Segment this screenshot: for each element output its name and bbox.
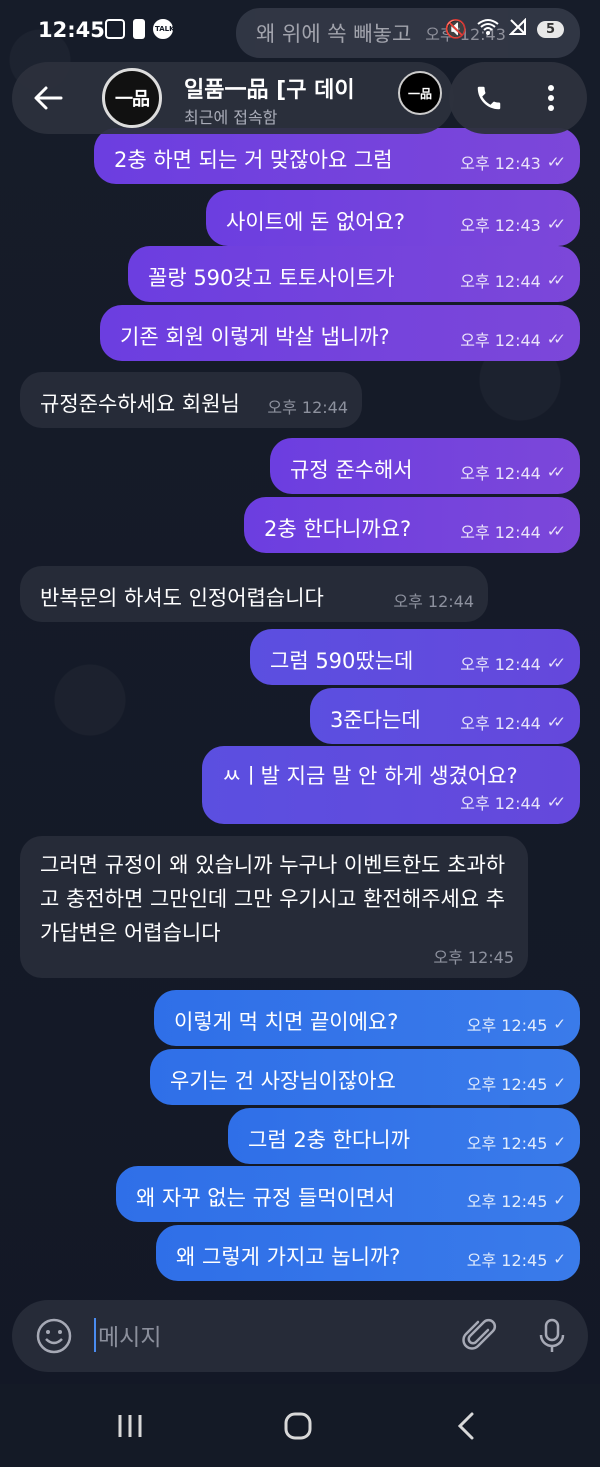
message-bubble[interactable]: 그러면 규정이 왜 있습니까 누구나 이벤트한도 초과하고 충전하면 그만인데 … [20,836,528,978]
mute-icon: 🔇 [444,19,467,40]
message-meta: 오후 12:43 ✓✓ [460,153,566,173]
message-meta: 오후 12:44 ✓✓ [460,793,566,813]
home-icon [284,1412,312,1440]
phone-icon [477,86,501,110]
double-check-icon: ✓✓ [546,271,566,289]
status-notification-icons: TALK [105,19,175,39]
message-bubble[interactable]: 왜 그렇게 가지고 놉니까? 오후 12:45 ✓ [156,1225,580,1281]
talk-icon: TALK [153,19,175,39]
message-bubble[interactable]: 이렇게 먹 치면 끝이에요? 오후 12:45 ✓ [154,990,580,1046]
message-bubble[interactable]: 사이트에 돈 없어요? 오후 12:43 ✓✓ [206,190,580,246]
arrow-left-icon [34,86,63,110]
message-bubble[interactable]: 규정 준수해서 오후 12:44 ✓✓ [270,438,580,494]
message-meta: 오후 12:44 ✓✓ [460,463,566,483]
back-nav-button[interactable] [446,1406,486,1446]
message-composer: 메시지 [12,1300,588,1372]
message-bubble[interactable]: 왜 자꾸 없는 규정 들먹이면서 오후 12:45 ✓ [116,1166,580,1222]
message-bubble[interactable]: 그럼 2충 한다니까 오후 12:45 ✓ [228,1108,580,1164]
header-actions [449,62,587,134]
screenshot-icon [105,19,125,39]
home-button[interactable] [278,1406,318,1446]
message-meta: 오후 12:45 ✓ [466,1015,566,1035]
voice-message-button[interactable] [532,1316,572,1356]
message-input[interactable]: 메시지 [98,1318,161,1352]
alert-icon [133,19,145,39]
recents-icon [118,1415,142,1437]
double-check-icon: ✓✓ [546,793,566,811]
back-button[interactable] [26,76,70,120]
double-check-icon: ✓✓ [546,463,566,481]
more-options-button[interactable] [529,76,573,120]
double-check-icon: ✓✓ [546,713,566,731]
system-navigation-bar [0,1384,600,1467]
text-caret [94,1318,96,1352]
message-meta: 오후 12:45 [433,948,514,967]
message-bubble[interactable]: 규정준수하세요 회원님 오후 12:44 [20,372,362,428]
double-check-icon: ✓✓ [546,654,566,672]
check-icon: ✓ [553,1015,566,1033]
message-bubble[interactable]: 2충 한다니까요? 오후 12:44 ✓✓ [244,497,580,553]
message-meta: 오후 12:44 ✓✓ [460,271,566,291]
no-signal-icon [508,17,527,41]
chat-status: 최근에 접속함 [184,108,278,127]
double-check-icon: ✓✓ [546,522,566,540]
message-bubble[interactable]: 기존 회원 이렇게 박살 냅니까? 오후 12:44 ✓✓ [100,305,580,361]
message-meta: 오후 12:44 ✓✓ [460,713,566,733]
message-meta: 오후 12:44 ✓✓ [460,522,566,542]
check-icon: ✓ [553,1250,566,1268]
recent-apps-button[interactable] [110,1406,150,1446]
avatar[interactable]: 一品 [102,68,162,128]
microphone-icon [539,1318,565,1352]
title-emoji-avatar: 一品 [398,71,442,115]
check-icon: ✓ [553,1074,566,1092]
message-meta: 오후 12:45 ✓ [466,1133,566,1153]
chat-title[interactable]: 일품一品 [구 데이 [184,72,398,104]
message-bubble[interactable]: 우기는 건 사장님이잖아요 오후 12:45 ✓ [150,1049,580,1105]
message-meta: 오후 12:45 ✓ [466,1074,566,1094]
message-meta: 오후 12:45 ✓ [466,1250,566,1270]
double-check-icon: ✓✓ [546,330,566,348]
paperclip-icon [462,1318,497,1350]
check-icon: ✓ [553,1191,566,1209]
message-meta: 오후 12:44 [393,592,474,611]
status-system-icons: 🔇 5 [444,17,564,41]
battery-indicator: 5 [536,21,564,38]
attach-button[interactable] [460,1316,500,1356]
check-icon: ✓ [553,1133,566,1151]
chat-header[interactable]: 一品 일품一品 [구 데이 최근에 접속함 一品 [12,62,454,134]
message-bubble[interactable]: ㅆㅣ발 지금 말 안 하게 생겼어요? 오후 12:44 ✓✓ [202,746,580,824]
double-check-icon: ✓✓ [546,215,566,233]
status-time: 12:45 [38,18,105,42]
message-bubble[interactable]: 꼴랑 590갖고 토토사이트가 오후 12:44 ✓✓ [128,246,580,302]
message-meta: 오후 12:45 ✓ [466,1191,566,1211]
message-meta: 오후 12:44 ✓✓ [460,330,566,350]
message-meta: 오후 12:43 ✓✓ [460,215,566,235]
call-button[interactable] [467,76,511,120]
message-bubble[interactable]: 2충 하면 되는 거 맞잖아요 그럼 오후 12:43 ✓✓ [94,128,580,184]
chevron-left-icon [457,1412,474,1440]
emoji-button[interactable] [34,1316,74,1356]
message-bubble[interactable]: 그럼 590땄는데 오후 12:44 ✓✓ [250,629,580,685]
more-vertical-icon [548,85,554,111]
message-bubble[interactable]: 3준다는데 오후 12:44 ✓✓ [310,688,580,744]
status-bar: 12:45 TALK 🔇 5 [0,0,600,62]
smiley-icon [36,1318,72,1354]
message-bubble[interactable]: 반복문의 하셔도 인정어렵습니다 오후 12:44 [20,566,488,622]
wifi-icon [477,18,499,41]
message-meta: 오후 12:44 ✓✓ [460,654,566,674]
double-check-icon: ✓✓ [546,153,566,171]
message-meta: 오후 12:44 [267,398,348,417]
